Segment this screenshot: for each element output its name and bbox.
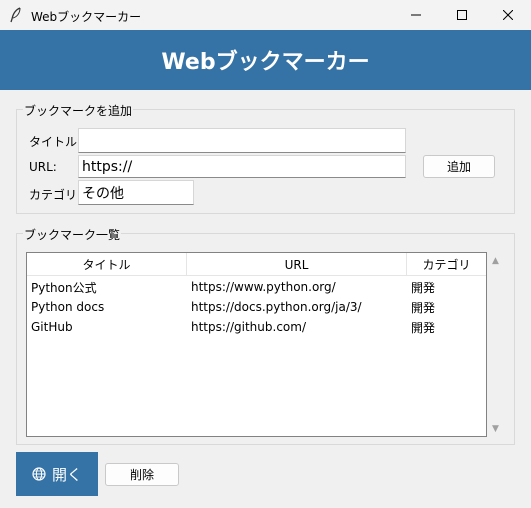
app-header: Webブックマーカー	[0, 30, 531, 90]
table-row[interactable]: GitHub https://github.com/ 開発	[27, 317, 486, 337]
title-label: タイトル:	[29, 135, 82, 149]
row-category: 開発	[411, 320, 436, 335]
feather-icon	[10, 7, 21, 23]
close-button[interactable]	[485, 0, 531, 30]
row-category: 開発	[411, 300, 436, 315]
bookmark-table[interactable]: タイトル URL カテゴリ Python公式 https://www.pytho…	[26, 252, 487, 437]
column-header-title[interactable]: タイトル	[27, 253, 187, 276]
category-input[interactable]: その他	[78, 180, 194, 205]
scroll-down-icon[interactable]: ▼	[492, 424, 499, 434]
open-button-label: 開く	[51, 465, 82, 484]
column-header-url[interactable]: URL	[187, 253, 407, 276]
row-title: GitHub	[31, 320, 73, 334]
row-category: 開発	[411, 280, 436, 295]
url-label: URL:	[29, 160, 57, 174]
row-title: Python公式	[31, 280, 97, 295]
scroll-up-icon[interactable]: ▲	[492, 256, 499, 266]
delete-button[interactable]: 削除	[105, 463, 179, 486]
table-row[interactable]: Python公式 https://www.python.org/ 開発	[27, 277, 486, 297]
category-label: カテゴリ:	[29, 188, 82, 202]
close-icon	[503, 10, 513, 20]
open-button[interactable]: 開く	[16, 452, 98, 496]
row-url: https://github.com/	[191, 320, 306, 334]
minimize-icon	[411, 14, 421, 16]
add-bookmark-group-label: ブックマークを追加	[23, 102, 134, 119]
table-header: タイトル URL カテゴリ	[27, 253, 486, 276]
row-url: https://www.python.org/	[191, 280, 336, 294]
globe-icon	[32, 467, 46, 481]
column-header-category[interactable]: カテゴリ	[407, 253, 486, 276]
window-titlebar[interactable]: Webブックマーカー	[0, 0, 531, 30]
url-input[interactable]: https://	[78, 155, 406, 178]
add-button[interactable]: 追加	[423, 155, 495, 178]
row-url: https://docs.python.org/ja/3/	[191, 300, 362, 314]
maximize-icon	[457, 10, 467, 20]
minimize-button[interactable]	[393, 0, 439, 30]
table-row[interactable]: Python docs https://docs.python.org/ja/3…	[27, 297, 486, 317]
title-input[interactable]	[78, 128, 406, 153]
window-title: Webブックマーカー	[31, 10, 142, 24]
header-title: Webブックマーカー	[161, 50, 370, 75]
bookmark-list-group-label: ブックマーク一覧	[23, 226, 122, 243]
maximize-button[interactable]	[439, 0, 485, 30]
row-title: Python docs	[31, 300, 105, 314]
